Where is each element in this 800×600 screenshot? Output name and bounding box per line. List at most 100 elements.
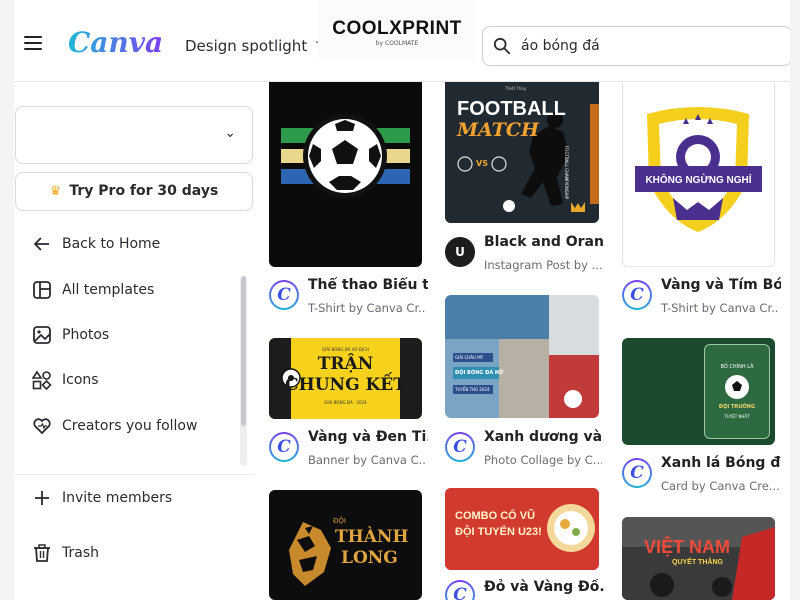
football-tag: Thiết Thủy: [505, 86, 527, 91]
design-spotlight-label: Design spotlight: [185, 37, 308, 55]
design-spotlight-menu[interactable]: Design spotlight﹀: [185, 37, 327, 55]
templates-icon: [33, 281, 51, 299]
try-pro-label: Try Pro for 30 days: [69, 183, 219, 199]
template-title[interactable]: Black and Oran...: [484, 234, 604, 250]
template-thumbnail-tshirt-sport[interactable]: [269, 82, 422, 267]
sidebar-scrollbar[interactable]: [240, 276, 247, 466]
search-bar[interactable]: [482, 26, 792, 66]
card-line1: BỐ CHÍNH LÀ: [720, 364, 754, 370]
banner-footer: GIẢI BÓNG ĐÁ · 2024: [324, 400, 367, 405]
template-thumbnail-tshirt-badge[interactable]: KHÔNG NGỪNG NGHỈ: [622, 82, 775, 267]
template-thumbnail-tiger[interactable]: ĐỘI THÀNH LONG: [269, 490, 422, 600]
search-icon: [493, 37, 511, 55]
template-title[interactable]: Đỏ và Vàng Đồ...: [484, 579, 604, 595]
sidebar-item-creators[interactable]: Creators you follow: [32, 416, 197, 442]
creator-avatar[interactable]: C: [269, 432, 299, 462]
template-thumbnail-green-card[interactable]: BỐ CHÍNH LÀ ĐỘI TRƯỞNG TUYỆT NHẤT: [622, 338, 775, 445]
template-thumbnail-football-match[interactable]: Thiết Thủy FOOTBALL MATCH VS FOOTBALL CH…: [445, 82, 599, 223]
left-edge: [0, 0, 14, 600]
avatar-letter: C: [271, 434, 297, 460]
watermark-sub: by COOLMATE: [375, 40, 419, 47]
creator-avatar[interactable]: U: [445, 237, 475, 267]
search-input[interactable]: [521, 35, 781, 57]
combo-line2: ĐỘI TUYỂN U23!: [455, 526, 542, 538]
sidebar-item-label: Trash: [62, 545, 99, 561]
sidebar-item-all-templates[interactable]: All templates: [32, 280, 154, 306]
template-title[interactable]: Vàng và Tím Bó...: [661, 277, 781, 293]
sidebar-item-photos[interactable]: Photos: [32, 325, 109, 351]
sidebar: ⌄ ♛ Try Pro for 30 days Back to Home All …: [14, 82, 258, 600]
soccer-ball-icon: [725, 375, 749, 399]
image-icon: [33, 326, 51, 344]
scrollbar-thumb[interactable]: [241, 276, 246, 426]
template-grid: C Thể thao Biểu t... T-Shirt by Canva Cr…: [258, 82, 790, 600]
vietnam-line2: QUYẾT THẮNG: [672, 559, 723, 566]
plus-icon: [35, 491, 49, 505]
sidebar-item-invite[interactable]: Invite members: [32, 488, 172, 514]
template-thumbnail-photo-collage[interactable]: GIẢI CHÂU MỸ ĐỘI BÓNG ĐÁ NỮ TUYỂN THỦ 20…: [445, 295, 599, 418]
avatar-letter: C: [447, 582, 473, 600]
avatar-letter: C: [271, 282, 297, 308]
template-subtitle: Instagram Post by ...: [484, 258, 602, 272]
template-subtitle: Card by Canva Cre...: [661, 479, 779, 493]
football-line2: MATCH: [457, 119, 539, 141]
shapes-icon: [32, 370, 52, 390]
template-thumbnail-vietnam[interactable]: VIỆT NAM QUYẾT THẮNG: [622, 517, 775, 600]
card-line3: TUYỆT NHẤT: [724, 414, 750, 419]
tiger-line1: THÀNH: [335, 527, 409, 547]
collage-line3: TUYỂN THỦ 2024: [455, 387, 490, 392]
sidebar-item-label: All templates: [62, 282, 155, 298]
sidebar-item-label: Back to Home: [62, 236, 161, 252]
shield-icon: [635, 107, 762, 232]
badge-banner: KHÔNG NGỪNG NGHỈ: [645, 175, 752, 186]
watermark-brand: COOLXPRINT: [332, 18, 462, 39]
heart-icon: [33, 418, 51, 435]
sidebar-item-trash[interactable]: Trash: [32, 543, 99, 569]
canva-window: Canva Design spotlight﹀ COOLXPRINT by CO…: [0, 0, 800, 600]
creator-avatar[interactable]: C: [445, 580, 475, 600]
soccer-stripes-artwork: [281, 114, 410, 198]
top-bar: Canva Design spotlight﹀ COOLXPRINT by CO…: [14, 0, 792, 82]
sidebar-item-label: Creators you follow: [62, 418, 198, 434]
football-line1: FOOTBALL: [457, 98, 566, 120]
avatar-letter: C: [447, 434, 473, 460]
creator-avatar[interactable]: C: [622, 458, 652, 488]
football-vs: VS: [476, 159, 488, 168]
arrow-left-icon: [33, 237, 49, 251]
vietnam-line1: VIỆT NAM: [644, 537, 731, 557]
banner-header: GIẢI BÓNG ĐÁ VÔ ĐỊCH: [322, 347, 369, 352]
sidebar-item-back-home[interactable]: Back to Home: [32, 234, 160, 260]
creator-avatar[interactable]: C: [445, 432, 475, 462]
sidebar-item-label: Photos: [62, 327, 110, 343]
watermark-logo: COOLXPRINT by COOLMATE: [318, 0, 476, 60]
football-side: FOOTBALL CHAMPIONSHIP: [564, 146, 569, 200]
collage-line1: GIẢI CHÂU MỸ: [455, 355, 484, 360]
try-pro-button[interactable]: ♛ Try Pro for 30 days: [15, 172, 253, 211]
team-dropdown[interactable]: ⌄: [15, 106, 253, 164]
tiger-line2: LONG: [341, 548, 398, 568]
card-line2: ĐỘI TRƯỞNG: [718, 404, 756, 410]
banner-line2: CHUNG KẾT: [285, 375, 406, 395]
template-subtitle: Banner by Canva C...: [308, 453, 426, 467]
menu-icon[interactable]: [24, 36, 42, 52]
canva-logo[interactable]: Canva: [68, 26, 163, 59]
template-subtitle: Photo Collage by C...: [484, 453, 602, 467]
template-thumbnail-banner-final[interactable]: GIẢI BÓNG ĐÁ VÔ ĐỊCH TRẬN CHUNG KẾT GIẢI…: [269, 338, 422, 419]
sidebar-item-icons[interactable]: Icons: [32, 370, 99, 396]
creator-avatar[interactable]: C: [269, 280, 299, 310]
avatar-letter: C: [624, 282, 650, 308]
divider: [14, 474, 254, 475]
chevron-down-icon: ⌄: [224, 125, 236, 141]
template-title[interactable]: Vàng và Đen Ti...: [308, 429, 428, 445]
crown-icon: ♛: [49, 184, 62, 199]
creator-avatar[interactable]: C: [622, 280, 652, 310]
template-subtitle: T-Shirt by Canva Cr...: [661, 301, 779, 315]
template-subtitle: T-Shirt by Canva Cr...: [308, 301, 426, 315]
trash-icon: [34, 544, 50, 562]
sidebar-item-label: Invite members: [62, 490, 173, 506]
template-title[interactable]: Thể thao Biểu t...: [308, 277, 428, 293]
template-title[interactable]: Xanh dương và ...: [484, 429, 604, 445]
collage-line2: ĐỘI BÓNG ĐÁ NỮ: [455, 370, 504, 376]
template-title[interactable]: Xanh lá Bóng đ...: [661, 455, 781, 471]
template-thumbnail-combo-u23[interactable]: COMBO CỔ VŨ ĐỘI TUYỂN U23!: [445, 488, 599, 570]
